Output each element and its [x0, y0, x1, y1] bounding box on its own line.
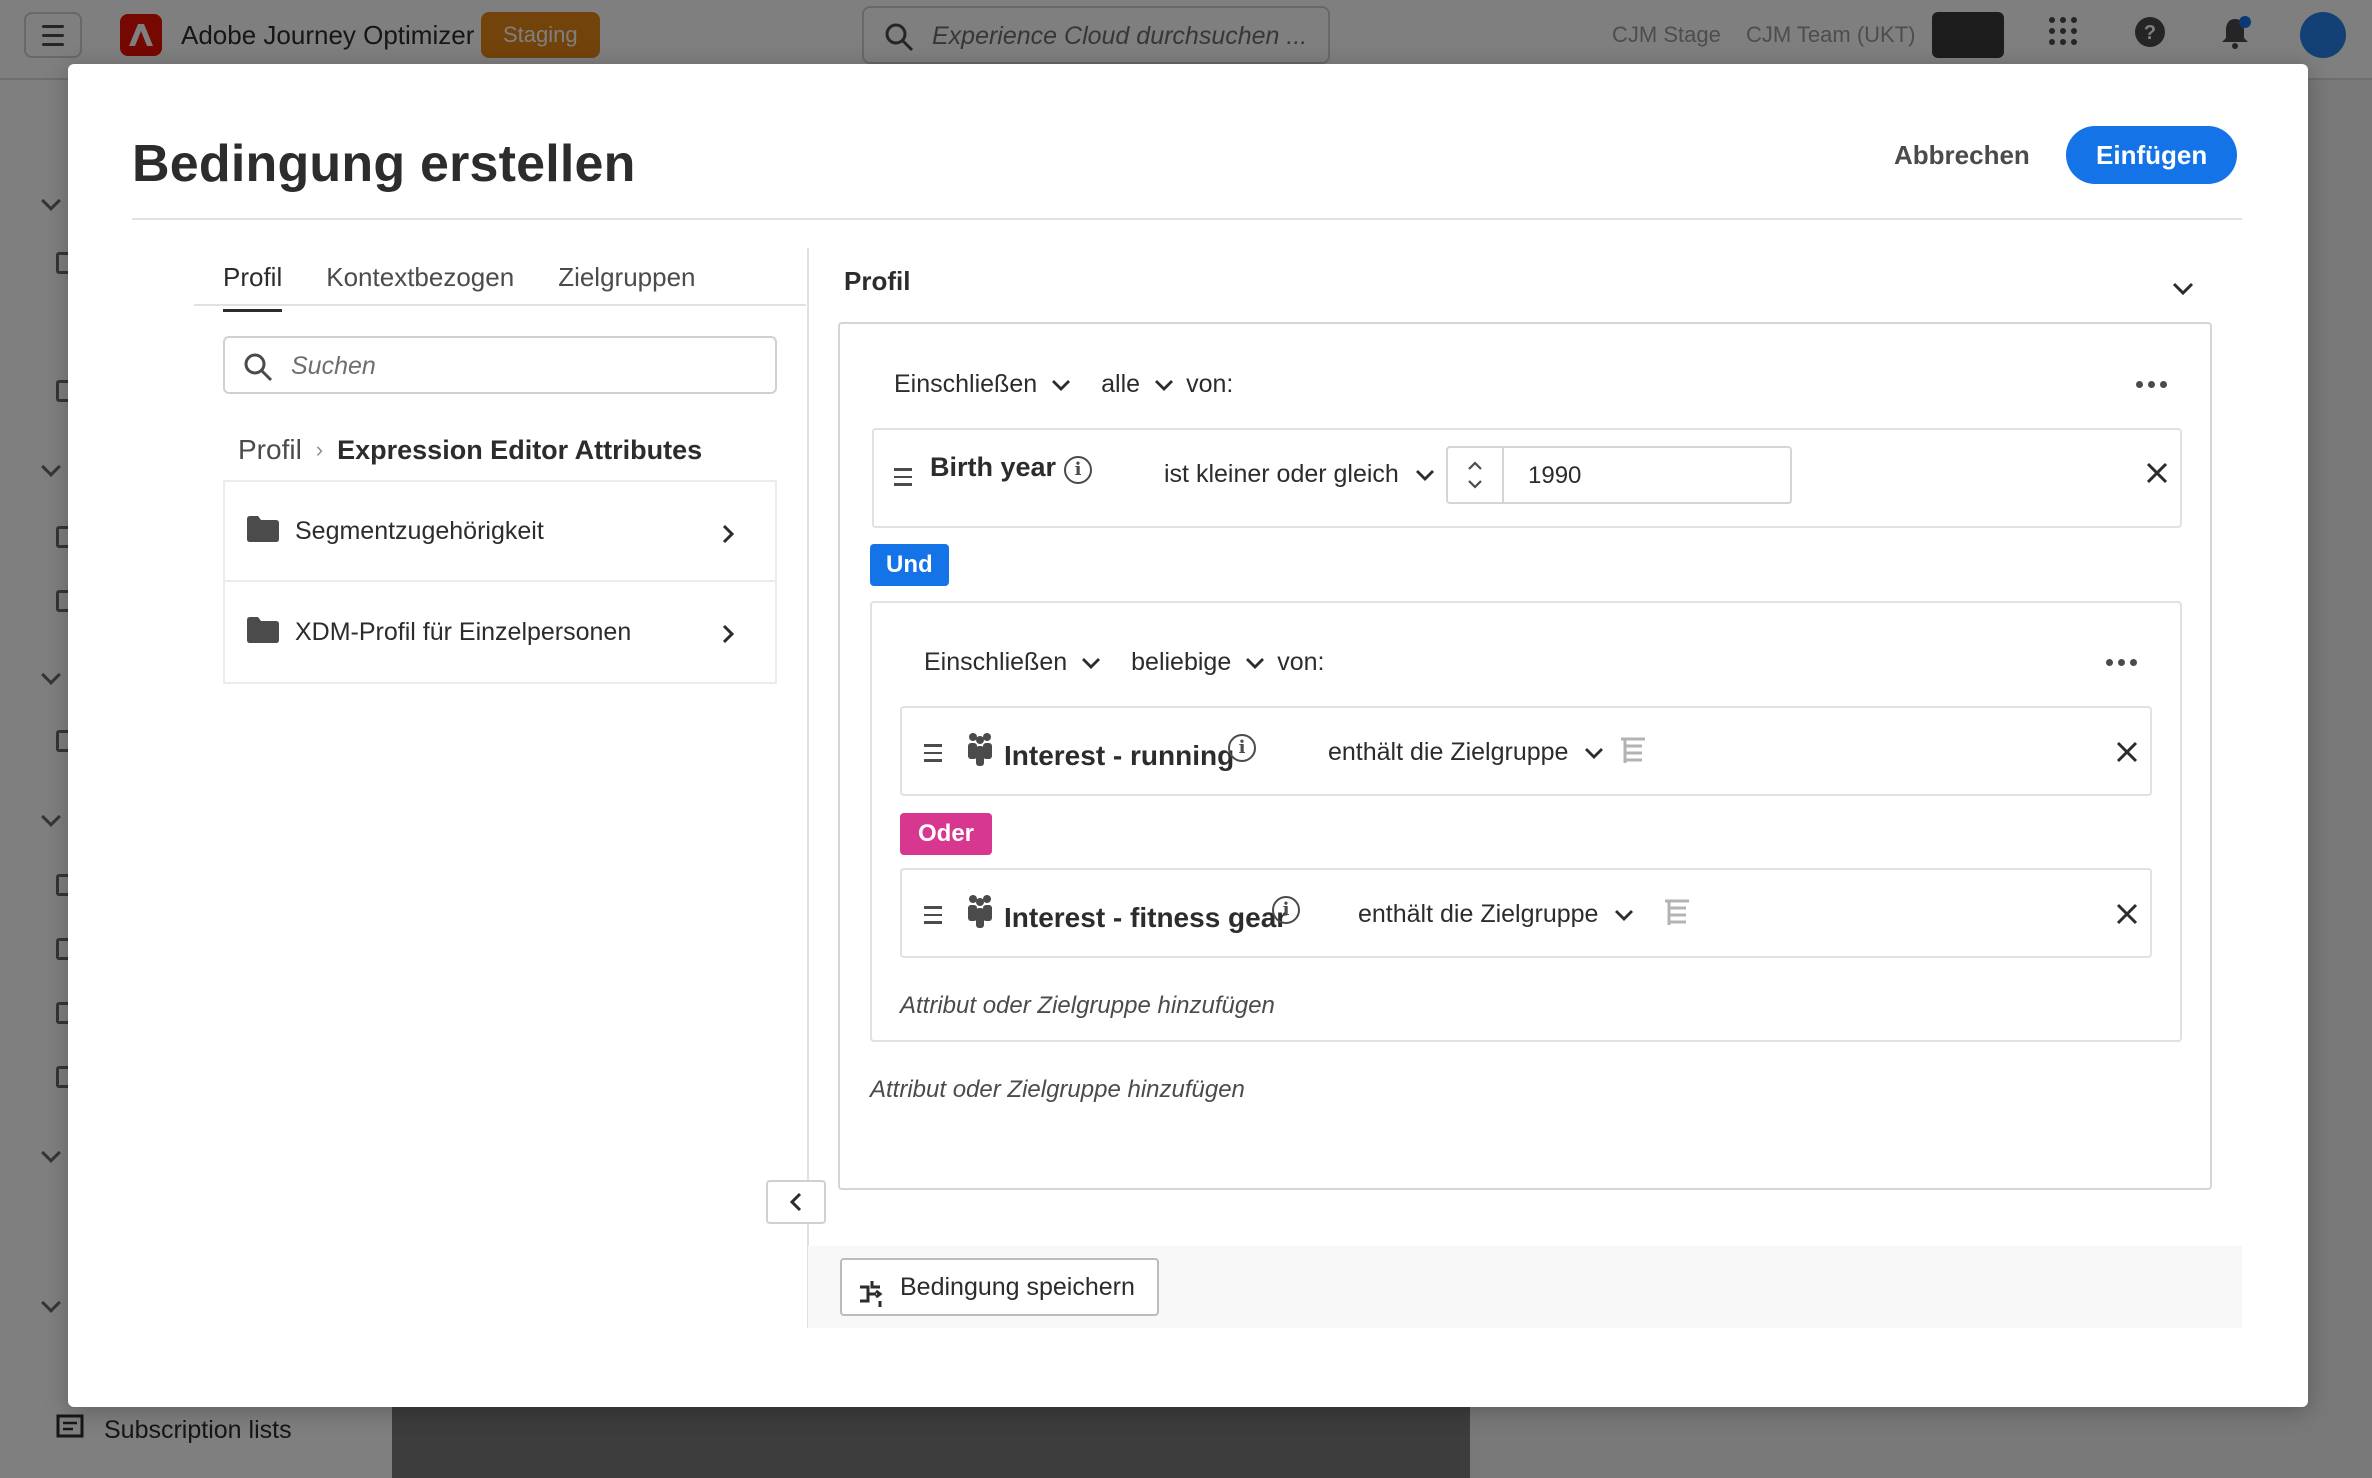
folder-list: Segmentzugehörigkeit XDM-Profil für Einz…	[223, 480, 777, 684]
of-label: von:	[1277, 648, 1325, 676]
drag-handle-icon[interactable]	[924, 744, 942, 762]
include-dropdown[interactable]: Einschließen	[894, 370, 1071, 399]
operator-label: enthält die Zielgruppe	[1358, 900, 1599, 928]
folder-icon	[247, 616, 279, 648]
hierarchy-icon[interactable]	[1618, 736, 1648, 771]
quantifier-label: alle	[1101, 370, 1141, 398]
chevron-down-icon	[1468, 480, 1482, 489]
close-icon[interactable]	[2146, 462, 2168, 489]
quantifier-label: beliebige	[1131, 648, 1232, 676]
tab-profil[interactable]: Profil	[223, 262, 283, 312]
include-dropdown[interactable]: Einschließen	[924, 648, 1101, 677]
attribute-search-input[interactable]: Suchen	[223, 336, 777, 394]
operator-label: enthält die Zielgruppe	[1328, 738, 1569, 766]
info-icon[interactable]: i	[1272, 896, 1300, 924]
dialog-title: Bedingung erstellen	[132, 135, 636, 193]
add-attribute-link[interactable]: Attribut oder Zielgruppe hinzufügen	[870, 1076, 1245, 1104]
chevron-down-icon	[1052, 379, 1071, 391]
source-tabs: Profil Kontextbezogen Zielgruppen	[223, 262, 696, 312]
outer-group-header: Einschließen alle von:	[894, 370, 1233, 399]
attribute-name: Birth year	[930, 452, 1057, 482]
include-label: Einschließen	[924, 648, 1068, 676]
chevron-right-icon	[721, 624, 735, 649]
info-icon[interactable]: i	[1064, 456, 1092, 484]
audience-name: Interest - fitness gear	[1004, 902, 1288, 933]
folder-label: XDM-Profil für Einzelpersonen	[295, 617, 632, 646]
or-connector-badge[interactable]: Oder	[900, 813, 993, 855]
add-attribute-link[interactable]: Attribut oder Zielgruppe hinzufügen	[900, 992, 1275, 1020]
inner-group-header: Einschließen beliebige von:	[924, 648, 1325, 677]
drag-handle-icon[interactable]	[894, 468, 912, 486]
more-options-icon[interactable]	[2136, 381, 2167, 388]
info-icon[interactable]: i	[1228, 734, 1256, 762]
tab-zielgruppen[interactable]: Zielgruppen	[558, 262, 695, 306]
more-options-icon[interactable]	[2106, 659, 2137, 666]
panel-title: Profil	[844, 266, 911, 296]
quantifier-dropdown[interactable]: alle	[1101, 370, 1174, 399]
chevron-down-icon	[1155, 379, 1174, 391]
audience-name: Interest - running	[1004, 740, 1235, 771]
operator-dropdown[interactable]: enthält die Zielgruppe	[1358, 900, 1634, 929]
save-condition-icon	[858, 1274, 888, 1328]
folder-label: Segmentzugehörigkeit	[295, 516, 544, 545]
save-condition-button[interactable]: Bedingung speichern	[840, 1258, 1159, 1316]
search-placeholder: Suchen	[291, 352, 376, 380]
quantifier-dropdown[interactable]: beliebige	[1131, 648, 1265, 677]
cancel-button[interactable]: Abbrechen	[1870, 126, 2054, 184]
operator-label: ist kleiner oder gleich	[1164, 460, 1399, 488]
value-number-field[interactable]: 1990	[1446, 446, 1792, 504]
list-item[interactable]: Segmentzugehörigkeit	[223, 480, 777, 582]
tab-kontextbezogen[interactable]: Kontextbezogen	[326, 262, 514, 306]
chevron-right-icon	[721, 524, 735, 549]
tabs-underline	[194, 304, 806, 306]
panel-divider	[807, 248, 809, 1328]
of-label: von:	[1186, 370, 1234, 398]
breadcrumb: Profil › Expression Editor Attributes	[238, 434, 702, 466]
include-label: Einschließen	[894, 370, 1038, 398]
close-icon[interactable]	[2116, 903, 2138, 930]
drag-handle-icon[interactable]	[924, 906, 942, 924]
stepper[interactable]	[1448, 448, 1504, 502]
operator-dropdown[interactable]: ist kleiner oder gleich	[1164, 460, 1435, 489]
chevron-down-icon	[1415, 469, 1434, 481]
search-icon	[243, 352, 273, 387]
chevron-down-icon	[1082, 657, 1101, 669]
chevron-right-icon: ›	[315, 437, 324, 462]
chevron-up-icon	[1468, 461, 1482, 470]
collapse-panel-button[interactable]	[766, 1180, 826, 1224]
chevron-down-icon	[1615, 909, 1634, 921]
chevron-down-icon[interactable]	[2172, 282, 2194, 301]
audience-icon	[966, 894, 994, 933]
value-input[interactable]: 1990	[1528, 462, 1581, 490]
insert-button[interactable]: Einfügen	[2066, 126, 2238, 184]
breadcrumb-current: Expression Editor Attributes	[337, 434, 703, 465]
divider	[132, 218, 2242, 220]
hierarchy-icon[interactable]	[1662, 898, 1692, 933]
close-icon[interactable]	[2116, 741, 2138, 768]
audience-icon	[966, 732, 994, 771]
chevron-down-icon	[1246, 657, 1265, 669]
folder-icon	[247, 515, 279, 547]
chevron-left-icon	[789, 1192, 802, 1212]
chevron-down-icon	[1585, 747, 1604, 759]
breadcrumb-root[interactable]: Profil	[238, 434, 302, 466]
list-item[interactable]: XDM-Profil für Einzelpersonen	[223, 582, 777, 684]
and-connector-badge[interactable]: Und	[870, 544, 949, 586]
operator-dropdown[interactable]: enthält die Zielgruppe	[1328, 738, 1604, 767]
save-condition-label: Bedingung speichern	[900, 1273, 1135, 1301]
